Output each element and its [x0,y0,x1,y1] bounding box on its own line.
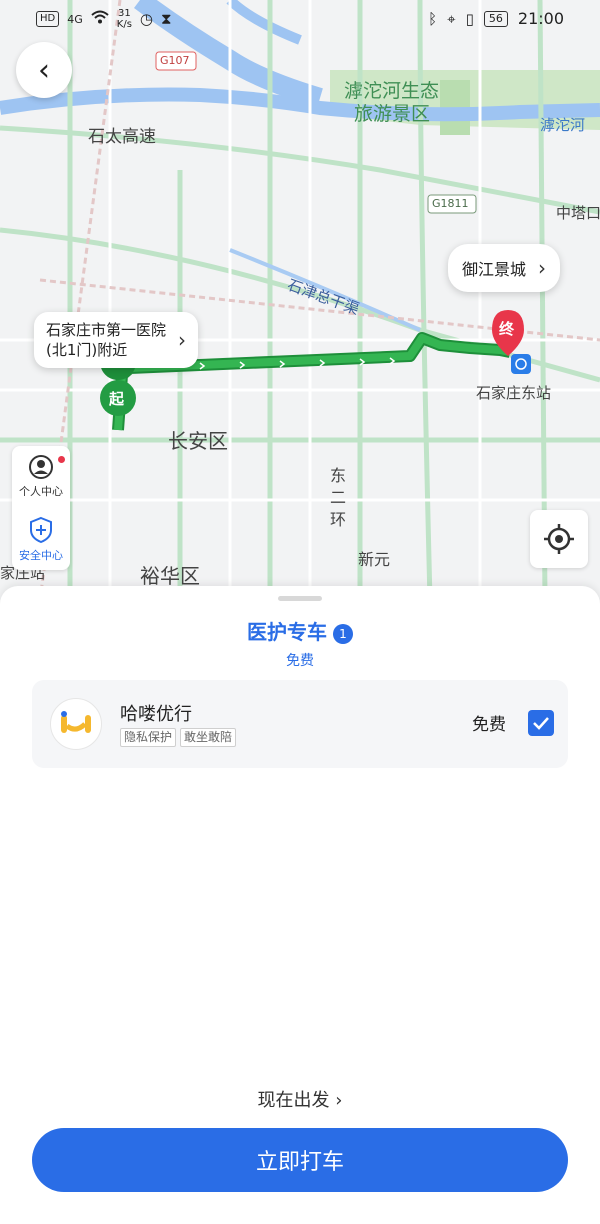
tag-privacy: 隐私保护 [120,728,177,747]
map-label-xinyuan: 新元 [358,550,391,569]
start-marker[interactable]: 起 [109,388,124,409]
notification-dot [58,456,65,463]
provider-logo [50,698,102,750]
bluetooth-icon: ᛒ [428,9,438,28]
map-label-east-station: 石家庄东站 [476,384,552,402]
provider-checkbox[interactable] [528,710,554,736]
locate-button[interactable] [530,510,588,568]
provider-tags: 隐私保护 敢坐敢陪 [120,728,237,747]
end-callout-label: 御江景城 [462,260,527,279]
service-count-badge: 1 [333,623,353,644]
back-button[interactable]: ‹ [16,42,72,98]
alarm-icon: ◷ [139,10,153,28]
map-label-yuhua: 裕华区 [140,564,200,588]
clock: 21:00 [517,9,564,28]
call-car-button[interactable]: 立即打车 [32,1128,568,1192]
depart-now-link[interactable]: 现在出发 › [0,1086,600,1112]
map-label-ring-2: 二 [330,488,347,507]
provider-card[interactable]: 哈喽优行 隐私保护 敢坐敢陪 免费 [32,680,568,768]
locate-icon [544,524,574,554]
service-title[interactable]: 医护专车 1 [0,616,600,645]
hourglass-icon: ⧗ [161,10,172,28]
vibrate-icon: ▯ [465,9,474,28]
safety-center-label: 安全中心 [19,549,63,562]
start-callout-line1: 石家庄市第一医院 [46,321,167,339]
start-callout-line2: (北1门)附近 [46,341,128,359]
map-label-expressway: 石太高速 [88,127,156,147]
service-price-label: 免费 [286,653,314,669]
personal-center-button[interactable]: 个人中心 [12,454,70,499]
wifi-icon [91,10,109,28]
chevron-right-icon: › [538,256,547,280]
end-callout[interactable]: 御江景城 › [448,244,561,292]
map-label-g107: G107 [160,54,190,67]
map-label-scenic-area: 旅游景区 [354,103,431,125]
start-callout[interactable]: 石家庄市第一医院 (北1门)附近 › [34,312,199,368]
bottom-sheet: 医护专车 1 免费 哈喽优行 隐私保护 敢坐敢陪 免费 现在出发 › 立即打车 [0,586,600,1224]
hd-badge: HD [36,11,60,27]
chevron-right-icon: › [335,1090,343,1111]
back-icon: ‹ [38,52,50,88]
tag-companion: 敢坐敢陪 [180,728,237,747]
map-label-g1811: G1811 [432,197,469,210]
end-marker[interactable]: 终 [499,318,514,339]
signal-indicator: 4G [67,12,83,26]
map-label-changan: 长安区 [168,429,228,453]
battery-indicator: 56 [483,10,508,27]
personal-center-label: 个人中心 [19,485,63,498]
map-label-ring-1: 东 [330,466,347,485]
shield-icon [30,516,52,544]
net-speed: 31 K/s [116,8,132,30]
provider-price: 免费 [472,715,506,735]
map-base [0,0,600,600]
drag-handle[interactable] [278,596,322,601]
map-label-ring-3: 环 [330,510,347,529]
map-label-river: 滹沱河 [540,116,586,134]
map-label-zhongta: 中塔口 [556,204,600,222]
person-icon [29,455,53,479]
side-panel: 个人中心 安全中心 [12,446,70,570]
checkmark-icon [533,717,549,730]
status-bar: HD 4G 31 K/s ◷ ⧗ ᛒ ⌖ ▯ 56 21:00 [0,0,600,38]
provider-name: 哈喽优行 [120,704,192,725]
location-icon: ⌖ [447,9,456,28]
safety-center-button[interactable]: 安全中心 [12,516,70,563]
chevron-right-icon: › [178,328,187,352]
map-view[interactable]: HD 4G 31 K/s ◷ ⧗ ᛒ ⌖ ▯ 56 21:00 ‹ 滹沱河生态 旅… [0,0,600,600]
